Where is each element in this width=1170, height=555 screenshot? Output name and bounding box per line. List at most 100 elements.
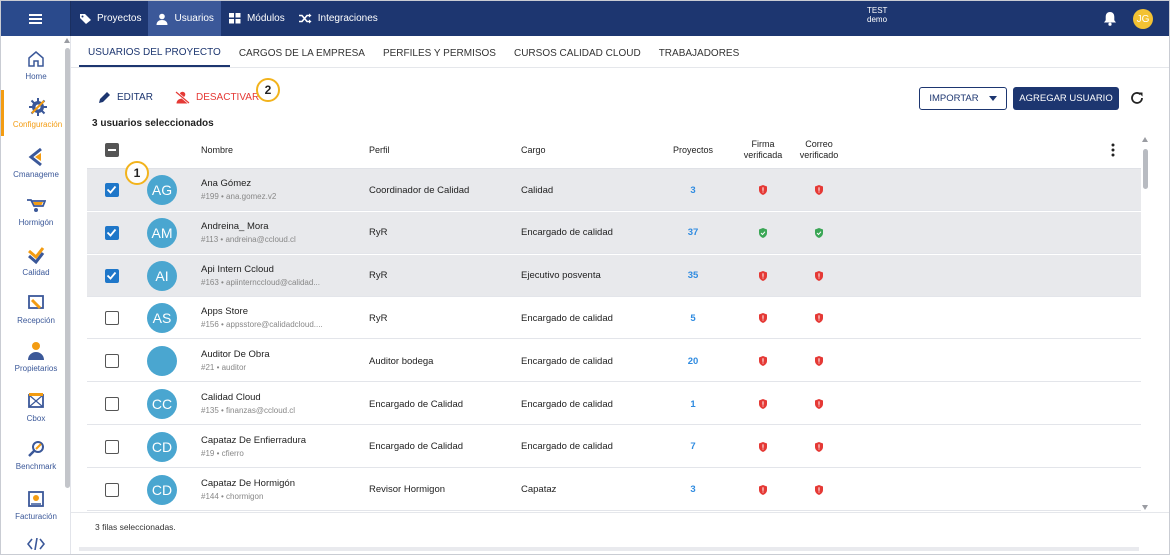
user-name[interactable]: Calidad Cloud [201,392,261,403]
kebab-menu-icon[interactable] [1111,131,1115,169]
row-checkbox[interactable] [105,311,119,326]
projects-count-link[interactable]: 3 [665,469,721,511]
scroll-up-arrow[interactable] [1142,137,1148,142]
projects-count-link[interactable]: 35 [665,255,721,297]
table-row[interactable]: AS Apps Store #156 • appsstore@calidadclou… [87,297,1141,340]
projects-count-link[interactable]: 7 [665,426,721,468]
horizontal-scrollbar[interactable] [79,547,1139,551]
shield-alert-icon [733,469,793,511]
avatar: AS [147,303,177,334]
user-id-email: #163 • apiinternccloud@calidad... [201,277,320,287]
tab-cargos-de-la-empresa[interactable]: CARGOS DE LA EMPRESA [230,39,374,67]
user-profile: Coordinador de Calidad [369,184,470,196]
row-checkbox[interactable] [105,225,119,240]
user-role: Encargado de calidad [521,227,613,239]
row-checkbox[interactable] [105,354,119,369]
nav-tab-integraciones[interactable]: Integraciones [292,1,385,36]
divider [71,67,1169,68]
bell-icon[interactable] [1103,11,1117,26]
quality-check-icon [26,245,46,265]
user-name[interactable]: Api Intern Ccloud [201,264,274,275]
sidebar-item-home[interactable]: Home [1,42,70,88]
row-checkbox[interactable] [105,183,119,197]
user-name[interactable]: Ana Gómez [201,178,251,189]
billing-icon [26,489,46,509]
user-profile: Revisor Hormigon [369,484,446,496]
pencil-icon [99,92,110,103]
table-row[interactable]: AM Andreina_ Mora #113 • andreina@ccloud.c… [87,211,1141,254]
app-window: Proyectos Usuarios Módulos Integraciones… [0,0,1170,555]
scroll-down-arrow[interactable] [1142,505,1148,510]
column-header-signature[interactable]: Firma verificada [733,131,793,169]
edit-button[interactable]: EDITAR [98,91,153,104]
table-row[interactable]: CD Capataz De Enfierradura #19 • cfierro En… [87,426,1141,468]
sidebar-item-code[interactable] [1,530,70,554]
row-checkbox[interactable] [105,268,119,283]
user-id-email: #19 • cfierro [201,448,244,458]
user-name[interactable]: Auditor De Obra [201,349,270,360]
projects-count-link[interactable]: 5 [665,297,721,339]
import-dropdown-button[interactable]: IMPORTAR [919,87,1007,110]
user-profile: RyR [369,312,388,324]
sidebar-item-recepcion[interactable]: Recepción [1,286,70,332]
table-row[interactable]: Auditor De Obra #21 • auditor Auditor bode… [87,340,1141,383]
tab-cursos-calidad-cloud[interactable]: CURSOS CALIDAD CLOUD [505,39,650,67]
row-checkbox[interactable] [105,439,119,454]
tab-usuarios-del-proyecto[interactable]: USUARIOS DEL PROYECTO [79,39,230,67]
nav-tab-proyectos[interactable]: Proyectos [71,1,148,36]
cmanagement-icon [26,147,46,167]
user-name[interactable]: Andreina_ Mora [201,221,269,232]
user-name[interactable]: Capataz De Hormigón [201,478,295,489]
user-icon [155,13,169,25]
sidebar-item-cbox[interactable]: Cbox [1,384,70,430]
tab-trabajadores[interactable]: TRABAJADORES [650,39,749,67]
projects-count-link[interactable]: 20 [665,340,721,382]
column-header-projects[interactable]: Proyectos [665,131,721,169]
user-id-email: #113 • andreina@ccloud.cl [201,234,296,244]
projects-count-link[interactable]: 37 [665,212,721,254]
user-role: Calidad [521,184,554,196]
tab-perfiles-y-permisos[interactable]: PERFILES Y PERMISOS [374,39,505,67]
sidebar-item-label: Propietarios [14,364,58,373]
column-header-profile[interactable]: Perfil [369,131,390,169]
user-avatar[interactable]: JG [1133,9,1153,29]
grid-icon [228,13,242,25]
select-all-checkbox[interactable] [105,131,119,169]
shield-alert-icon [789,297,849,339]
project-line: demo [867,15,888,24]
sidebar-item-label: Home [25,72,47,81]
projects-count-link[interactable]: 1 [665,383,721,425]
sidebar-item-facturacion[interactable]: Facturación [1,482,70,528]
shield-alert-icon [733,169,793,211]
table-row[interactable]: CD Capataz De Hormigón #144 • chormigon Rev… [87,469,1141,511]
refresh-icon[interactable] [1129,90,1145,106]
row-checkbox[interactable] [105,397,119,411]
nav-tab-usuarios[interactable]: Usuarios [148,1,221,36]
user-name[interactable]: Capataz De Enfierradura [201,435,306,446]
nav-tab-modulos[interactable]: Módulos [221,1,292,36]
user-role: Encargado de calidad [521,441,613,453]
menu-toggle-button[interactable] [1,1,71,36]
top-navbar: Proyectos Usuarios Módulos Integraciones… [1,1,1169,36]
deactivate-button[interactable]: DESACTIVAR [175,91,259,104]
sidebar-item-cmanagement[interactable]: Cmanageme [1,140,70,186]
sidebar-item-label: Facturación [15,512,57,521]
user-name[interactable]: Apps Store [201,306,248,317]
table-scrollbar[interactable] [1143,149,1148,189]
column-header-role[interactable]: Cargo [521,131,546,169]
projects-count-link[interactable]: 3 [665,169,721,211]
sidebar-item-benchmark[interactable]: Benchmark [1,432,70,478]
row-checkbox[interactable] [105,482,119,497]
column-header-name[interactable]: Nombre [201,131,233,169]
table-row[interactable]: AI Api Intern Ccloud #163 • apiinterncclou… [87,254,1141,297]
add-user-button[interactable]: AGREGAR USUARIO [1013,87,1119,110]
sidebar-item-propietarios[interactable]: Propietarios [1,334,70,380]
sidebar-item-hormigon[interactable]: Hormigón [1,188,70,234]
table-row[interactable]: AG Ana Gómez #199 • ana.gomez.v2 Coordinado… [87,169,1141,211]
sidebar-item-configuracion[interactable]: Configuración [1,90,70,136]
column-header-email[interactable]: Correo verificado [789,131,849,169]
sidebar-item-calidad[interactable]: Calidad [1,238,70,284]
table-row[interactable]: CC Calidad Cloud #135 • finanzas@ccloud.cl… [87,383,1141,425]
shield-alert-icon [789,383,849,425]
hamburger-icon [29,17,42,20]
